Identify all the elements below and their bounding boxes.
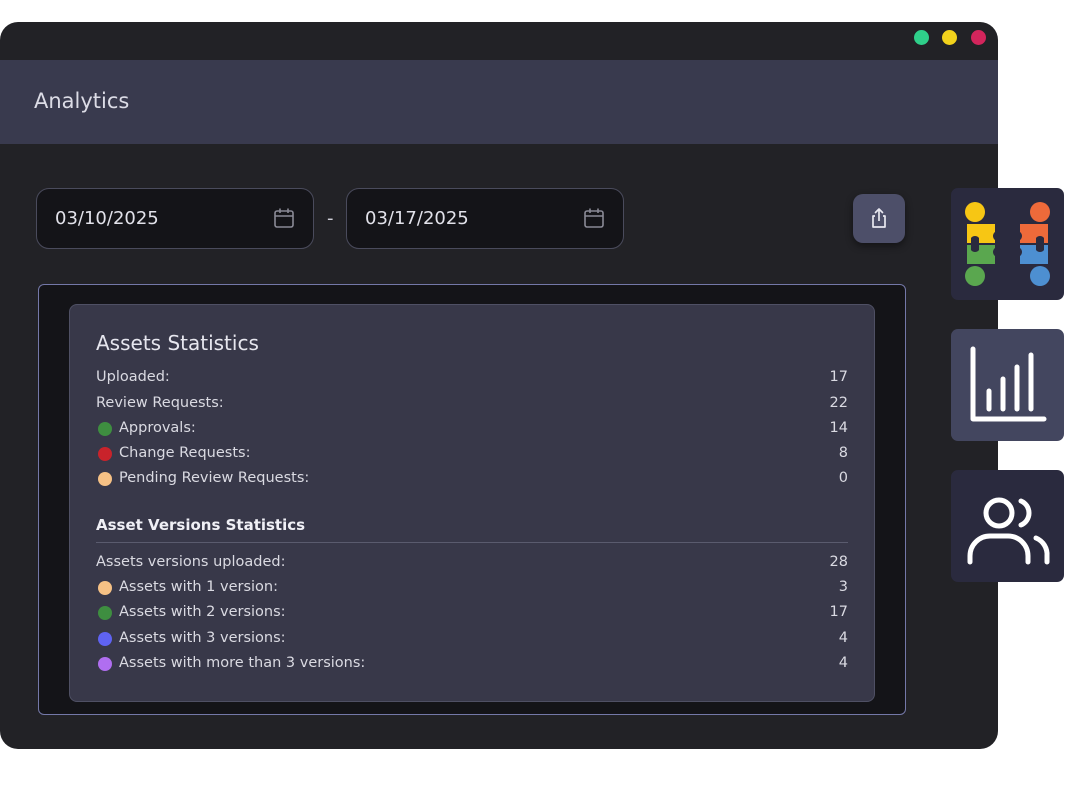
pending-color-dot [98,472,112,486]
stat-label: Uploaded: [96,369,170,385]
stat-label: Approvals: [119,420,196,436]
stat-label: Review Requests: [96,395,224,411]
asset-versions-statistics-title: Asset Versions Statistics [96,516,306,534]
approvals-color-dot [98,422,112,436]
stat-label: Assets with 1 version: [119,579,278,595]
date-separator: - [327,208,334,229]
calendar-icon[interactable] [273,207,295,229]
stat-value: 4 [838,630,848,646]
assets-statistics-title: Assets Statistics [96,331,259,355]
three-versions-color-dot [98,632,112,646]
red-dot[interactable] [971,30,986,45]
page-title: Analytics [34,89,130,113]
start-date-field[interactable]: 03/10/2025 [36,188,314,249]
stat-value: 8 [838,445,848,461]
stat-value: 17 [829,604,848,620]
statistics-panel: Assets Statistics Uploaded: 17 Review Re… [38,284,906,715]
calendar-icon[interactable] [583,207,605,229]
section-divider [96,542,848,543]
statistics-card: Assets Statistics Uploaded: 17 Review Re… [69,304,875,702]
stat-label: Assets with 3 versions: [119,630,286,646]
stat-row-three-versions: Assets with 3 versions: 4 [96,630,848,650]
stat-row-one-version: Assets with 1 version: 3 [96,579,848,599]
page-header: Analytics [0,60,998,144]
stat-label: Assets versions uploaded: [96,554,286,570]
stat-row-change-requests: Change Requests: 8 [96,445,848,465]
two-versions-color-dot [98,606,112,620]
stat-value: 0 [838,470,848,486]
stat-row-versions-uploaded: Assets versions uploaded: 28 [96,554,848,574]
bar-chart-icon [970,346,1047,422]
stat-row-two-versions: Assets with 2 versions: 17 [96,604,848,624]
stat-label: Change Requests: [119,445,251,461]
stat-value: 4 [838,655,848,671]
stat-value: 17 [829,369,848,385]
stat-value: 22 [829,395,848,411]
stat-row-uploaded: Uploaded: 17 [96,369,848,389]
stat-label: Assets with 2 versions: [119,604,286,620]
more-versions-color-dot [98,657,112,671]
export-button[interactable] [853,194,905,243]
end-date-value: 03/17/2025 [365,208,469,229]
stat-label: Assets with more than 3 versions: [119,655,366,671]
stat-label: Pending Review Requests: [119,470,310,486]
share-upload-icon [872,208,886,228]
collaboration-puzzle-tile[interactable] [951,188,1064,300]
users-icon [967,497,1050,565]
analytics-tile[interactable] [951,329,1064,441]
end-date-field[interactable]: 03/17/2025 [346,188,624,249]
app-window: Analytics 03/10/2025 - 03/17/2025 Assets… [0,22,998,749]
stat-row-review-requests: Review Requests: 22 [96,395,848,415]
yellow-dot[interactable] [942,30,957,45]
stat-value: 3 [838,579,848,595]
stat-row-approvals: Approvals: 14 [96,420,848,440]
change-requests-color-dot [98,447,112,461]
stat-value: 28 [829,554,848,570]
green-dot[interactable] [914,30,929,45]
start-date-value: 03/10/2025 [55,208,159,229]
stat-value: 14 [829,420,848,436]
one-version-color-dot [98,581,112,595]
stat-row-more-than-three-versions: Assets with more than 3 versions: 4 [96,655,848,675]
puzzle-people-icon [965,202,1050,286]
stat-row-pending-review-requests: Pending Review Requests: 0 [96,470,848,490]
users-tile[interactable] [951,470,1064,582]
